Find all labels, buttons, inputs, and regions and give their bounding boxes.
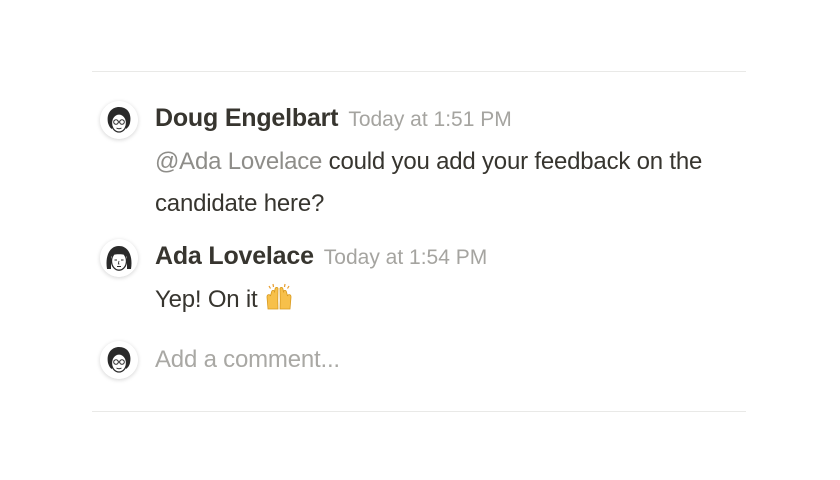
- comment-body: Yep! On it: [155, 279, 735, 321]
- comment-text: Yep! On it: [155, 286, 258, 313]
- avatar-doug-engelbart-icon[interactable]: [100, 101, 138, 139]
- avatar-ada-lovelace-icon[interactable]: [100, 239, 138, 277]
- add-comment-input[interactable]: [155, 342, 675, 378]
- comment-timestamp[interactable]: Today at 1:54 PM: [324, 246, 487, 269]
- raising-hands-icon: [264, 283, 294, 311]
- comment-timestamp[interactable]: Today at 1:51 PM: [348, 108, 511, 131]
- comment-header: Doug Engelbart Today at 1:51 PM: [155, 104, 512, 133]
- avatar-current-user-icon[interactable]: [100, 341, 138, 379]
- comment-header: Ada Lovelace Today at 1:54 PM: [155, 242, 487, 271]
- comment-body: @Ada Lovelace could you add your feedbac…: [155, 141, 735, 225]
- comment-author[interactable]: Ada Lovelace: [155, 242, 314, 270]
- comment-thread: Doug Engelbart Today at 1:51 PM @Ada Love…: [92, 71, 746, 412]
- comment-author[interactable]: Doug Engelbart: [155, 104, 339, 132]
- user-mention[interactable]: @Ada Lovelace: [155, 148, 322, 175]
